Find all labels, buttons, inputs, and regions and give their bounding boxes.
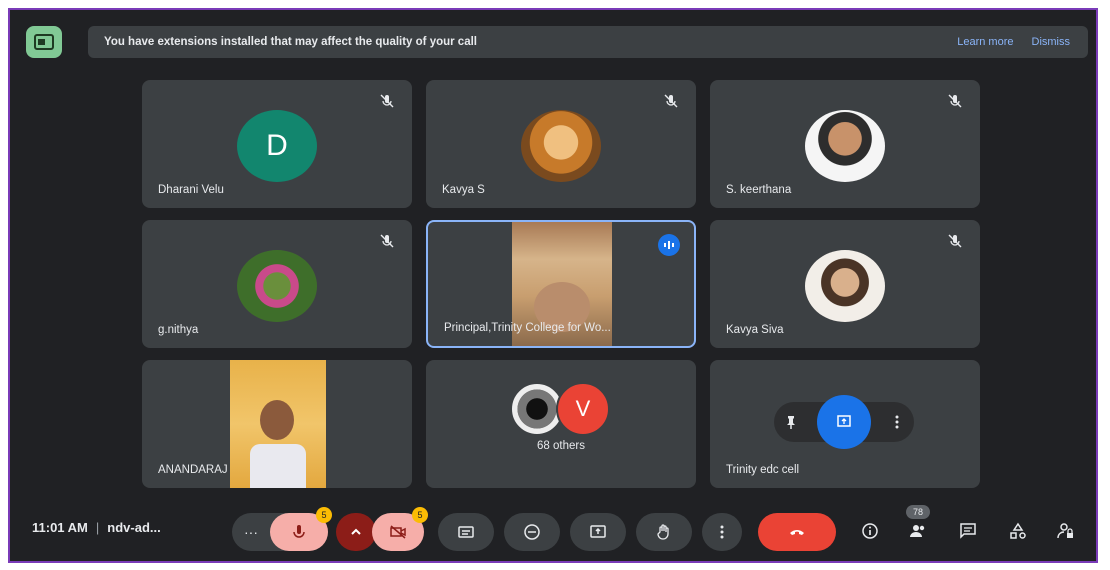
others-avatars: V [510, 382, 620, 436]
avatar: D [237, 110, 317, 182]
avatar [805, 110, 885, 182]
others-count-label: 68 others [537, 440, 585, 452]
leave-call-button[interactable] [758, 513, 836, 551]
bottom-control-bar: 11:01 AM | ndv-ad... ··· 5 5 78 [10, 495, 1096, 555]
participant-name: g.nithya [158, 324, 199, 336]
participant-name: Principal,Trinity College for Wo... [444, 322, 611, 334]
chat-button[interactable] [956, 519, 980, 543]
shapes-icon [1010, 522, 1026, 539]
banner-bar: You have extensions installed that may a… [88, 26, 1088, 58]
extensions-banner: You have extensions installed that may a… [24, 24, 1096, 62]
mic-off-icon [380, 234, 394, 248]
present-screen-icon [590, 525, 606, 538]
present-button[interactable] [570, 513, 626, 551]
banner-message: You have extensions installed that may a… [104, 36, 477, 48]
participant-tile[interactable]: D Dharani Velu [142, 80, 412, 208]
raise-hand-button[interactable] [636, 513, 692, 551]
participant-name: S. keerthana [726, 184, 792, 196]
reactions-button[interactable] [504, 513, 560, 551]
avatar [805, 250, 885, 322]
participant-video [230, 360, 326, 488]
lock-person-icon [1057, 523, 1073, 539]
participant-name: Dharani Velu [158, 184, 224, 196]
chevron-up-icon [351, 528, 361, 535]
captions-button[interactable] [438, 513, 494, 551]
participant-tile-active-speaker[interactable]: Principal,Trinity College for Wo... [426, 220, 696, 348]
camera-warning-badge: 5 [412, 507, 428, 523]
more-options-button[interactable] [702, 513, 742, 551]
mic-off-icon [380, 94, 394, 108]
extension-icon [26, 26, 62, 58]
participant-tile[interactable]: g.nithya [142, 220, 412, 348]
mic-off-icon [948, 94, 962, 108]
participant-tile[interactable]: Kavya Siva [710, 220, 980, 348]
tile-hover-controls [774, 395, 914, 449]
info-icon [862, 523, 878, 539]
audio-options-icon[interactable]: ··· [244, 524, 258, 540]
meet-window: You have extensions installed that may a… [8, 8, 1098, 563]
emoji-icon [524, 524, 540, 540]
host-controls-button[interactable] [1054, 519, 1078, 543]
video-options-button[interactable] [336, 513, 376, 551]
audio-control-group: ··· 5 [232, 507, 332, 551]
mic-off-icon [664, 94, 678, 108]
captions-icon [458, 526, 474, 538]
separator: | [95, 520, 100, 535]
camera-button[interactable]: 5 [372, 507, 428, 551]
mic-off-icon [948, 234, 962, 248]
camera-off-icon [390, 525, 406, 539]
learn-more-link[interactable]: Learn more [957, 36, 1013, 48]
chat-icon [960, 523, 976, 539]
more-options-icon[interactable] [889, 414, 905, 430]
hand-icon [657, 524, 669, 540]
avatar [237, 250, 317, 322]
presenting-icon[interactable] [817, 395, 871, 449]
mic-button[interactable]: 5 [270, 507, 332, 551]
people-icon [910, 525, 925, 537]
participant-name: Trinity edc cell [726, 464, 800, 476]
meeting-details-button[interactable] [858, 519, 882, 543]
more-vert-icon [720, 525, 724, 539]
speaking-indicator-icon [658, 234, 680, 256]
participant-tile[interactable]: ANANDARAJ [142, 360, 412, 488]
participant-tile[interactable]: Kavya S [426, 80, 696, 208]
pin-icon[interactable] [783, 414, 799, 430]
participant-name: Kavya Siva [726, 324, 784, 336]
avatar: V [556, 382, 610, 436]
others-tile[interactable]: V 68 others [426, 360, 696, 488]
people-button[interactable]: 78 [906, 505, 930, 543]
participant-name: Kavya S [442, 184, 485, 196]
avatar [521, 110, 601, 182]
participant-name: ANANDARAJ [158, 464, 228, 476]
meeting-code[interactable]: ndv-ad... [107, 520, 160, 535]
end-call-icon [790, 530, 804, 535]
mic-icon [293, 525, 305, 538]
current-time: 11:01 AM [32, 520, 88, 535]
participant-tile[interactable]: S. keerthana [710, 80, 980, 208]
participant-tile[interactable]: Trinity edc cell [710, 360, 980, 488]
activities-button[interactable] [1006, 519, 1030, 543]
dismiss-link[interactable]: Dismiss [1032, 36, 1071, 48]
meeting-info: 11:01 AM | ndv-ad... [32, 520, 161, 535]
people-count-badge: 78 [906, 505, 930, 519]
mic-warning-badge: 5 [316, 507, 332, 523]
